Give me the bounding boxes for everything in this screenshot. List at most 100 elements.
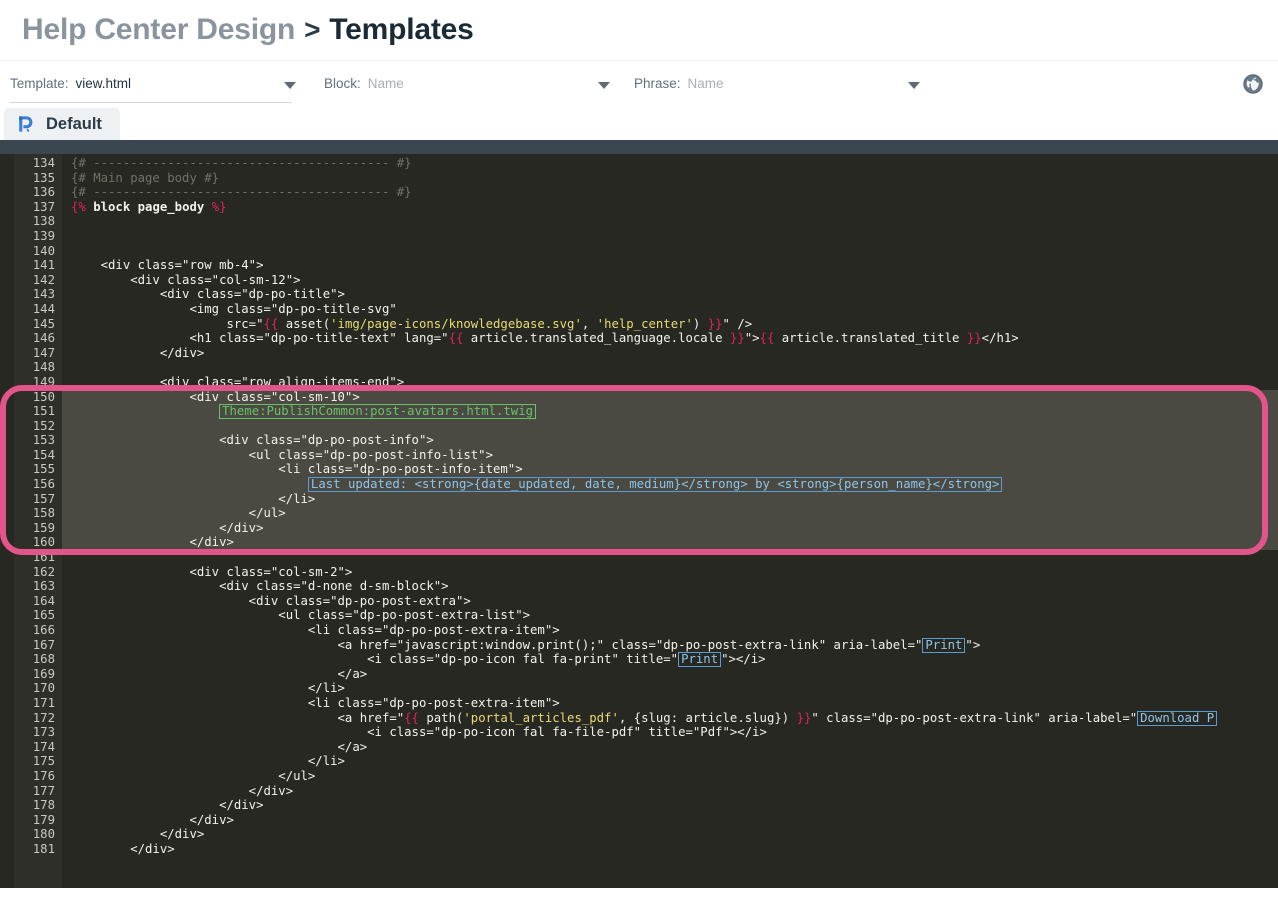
line-number: 145 [32,316,55,331]
code-line-text: </ul> [71,506,286,521]
code-line[interactable]: 167 <a href="javascript:window.print();"… [0,637,1278,653]
code-line[interactable]: 179 </div> [0,813,1278,828]
code-line[interactable]: 172 <a href="{{ path('portal_articles_pd… [0,710,1278,726]
code-line-text: src="{{ asset('img/page-icons/knowledgeb… [71,316,753,331]
code-line[interactable]: 175 </li> [0,754,1278,769]
tab-default[interactable]: Default [4,108,120,140]
code-line[interactable]: 170 </li> [0,681,1278,696]
code-line[interactable]: 155 <li class="dp-po-post-info-item"> [0,462,1278,477]
globe-icon[interactable] [1242,73,1264,95]
code-line[interactable]: 151 Theme:PublishCommon:post-avatars.htm… [0,404,1278,420]
code-line[interactable]: 135 {# Main page body #} [0,171,1278,186]
code-line-text: </div> [71,783,294,798]
code-line-text: {% block page_body %} [71,199,227,214]
block-select[interactable]: Block: Name [324,69,614,99]
code-line[interactable]: 136 {# ----------------------------------… [0,185,1278,200]
line-number: 177 [32,783,55,798]
editor-top-bar [0,140,1278,154]
line-number: 174 [32,739,55,754]
line-number: 156 [32,477,55,492]
line-number: 147 [32,345,55,360]
line-number: 146 [32,331,55,346]
code-line[interactable]: 181 </div> [0,842,1278,857]
code-line[interactable]: 163 <div class="d-none d-sm-block"> [0,579,1278,594]
breadcrumb-parent[interactable]: Help Center Design [22,13,295,47]
block-select-label: Block: [324,76,361,91]
line-number: 172 [32,710,55,725]
code-line[interactable]: 138 [0,214,1278,229]
code-line[interactable]: 142 <div class="col-sm-12"> [0,273,1278,288]
filter-bar: Template: view.html Block: Name Phrase: … [0,60,1278,106]
line-number: 180 [32,827,55,842]
line-number: 134 [32,156,55,170]
code-line[interactable]: 148 [0,360,1278,375]
code-line-text: </div> [71,841,175,856]
code-line[interactable]: 137 {% block page_body %} [0,200,1278,215]
line-number: 167 [32,637,55,652]
code-line-text: <ul class="dp-po-post-info-list"> [71,447,493,462]
page-title: Templates [329,13,474,46]
code-line[interactable]: 158 </ul> [0,506,1278,521]
code-line[interactable]: 141 <div class="row mb-4"> [0,258,1278,273]
code-line[interactable]: 176 </ul> [0,769,1278,784]
code-line-text: <div class="d-none d-sm-block"> [71,579,449,594]
line-number: 154 [32,447,55,462]
line-number: 161 [32,550,55,565]
code-line-text: <li class="dp-po-post-extra-item"> [71,623,560,637]
code-line[interactable]: 168 <i class="dp-po-icon fal fa-print" t… [0,652,1278,668]
code-line[interactable]: 166 <li class="dp-po-post-extra-item"> [0,623,1278,638]
code-line-text: {# Main page body #} [71,170,220,185]
code-line[interactable]: 152 [0,419,1278,434]
code-line[interactable]: 164 <div class="dp-po-post-extra"> [0,594,1278,609]
code-line-text: <div class="row align-items-end"> [71,374,405,389]
code-line[interactable]: 149 <div class="row align-items-end"> [0,375,1278,390]
line-number: 176 [32,768,55,783]
code-line[interactable]: 161 [0,550,1278,565]
page-header: Help Center Design > Templates [0,0,1278,60]
phrase-select[interactable]: Phrase: Name [634,69,924,99]
code-line[interactable]: 143 <div class="dp-po-title"> [0,287,1278,302]
code-surface[interactable]: 134 {# ----------------------------------… [0,154,1278,888]
code-line[interactable]: 171 <li class="dp-po-post-extra-item"> [0,696,1278,711]
code-line-text: </ul> [71,768,316,783]
line-number: 142 [32,272,55,287]
code-line-text: </div> [71,535,234,550]
code-line[interactable]: 160 </div> [0,535,1278,550]
code-line[interactable]: 140 [0,244,1278,259]
code-line[interactable]: 178 </div> [0,798,1278,813]
line-number: 157 [32,491,55,506]
code-line[interactable]: 147 </div> [0,346,1278,361]
line-number: 170 [32,681,55,696]
code-line[interactable]: 153 <div class="dp-po-post-info"> [0,433,1278,448]
line-number: 165 [32,608,55,623]
code-line[interactable]: 174 </a> [0,740,1278,755]
code-line[interactable]: 154 <ul class="dp-po-post-info-list"> [0,448,1278,463]
code-line[interactable]: 144 <img class="dp-po-title-svg" [0,302,1278,317]
code-editor[interactable]: 134 {# ----------------------------------… [0,140,1278,888]
code-line[interactable]: 139 [0,229,1278,244]
code-line[interactable]: 145 src="{{ asset('img/page-icons/knowle… [0,317,1278,332]
code-line[interactable]: 157 </li> [0,492,1278,507]
code-line[interactable]: 180 </div> [0,827,1278,842]
code-line[interactable]: 162 <div class="col-sm-2"> [0,565,1278,580]
code-line-text: {# -------------------------------------… [71,185,412,200]
code-line[interactable]: 134 {# ----------------------------------… [0,156,1278,171]
template-select[interactable]: Template: view.html [10,69,300,103]
code-line-text: <div class="col-sm-12"> [71,272,301,287]
code-line[interactable]: 177 </div> [0,784,1278,799]
code-line[interactable]: 165 <ul class="dp-po-post-extra-list"> [0,608,1278,623]
code-line-text: <div class="row mb-4"> [71,258,264,273]
code-line[interactable]: 159 </div> [0,521,1278,536]
code-line[interactable]: 173 <i class="dp-po-icon fal fa-file-pdf… [0,725,1278,740]
line-number: 143 [32,287,55,302]
code-line[interactable]: 169 </a> [0,667,1278,682]
code-line-text: <div class="dp-po-post-extra"> [71,593,471,608]
code-line-text: <img class="dp-po-title-svg" [71,301,397,316]
code-line[interactable]: 156 Last updated: <strong>{date_updated,… [0,477,1278,493]
code-line[interactable]: 150 <div class="col-sm-10"> [0,390,1278,405]
code-line[interactable]: 146 <h1 class="dp-po-title-text" lang="{… [0,331,1278,346]
code-lines[interactable]: 134 {# ----------------------------------… [0,154,1278,857]
